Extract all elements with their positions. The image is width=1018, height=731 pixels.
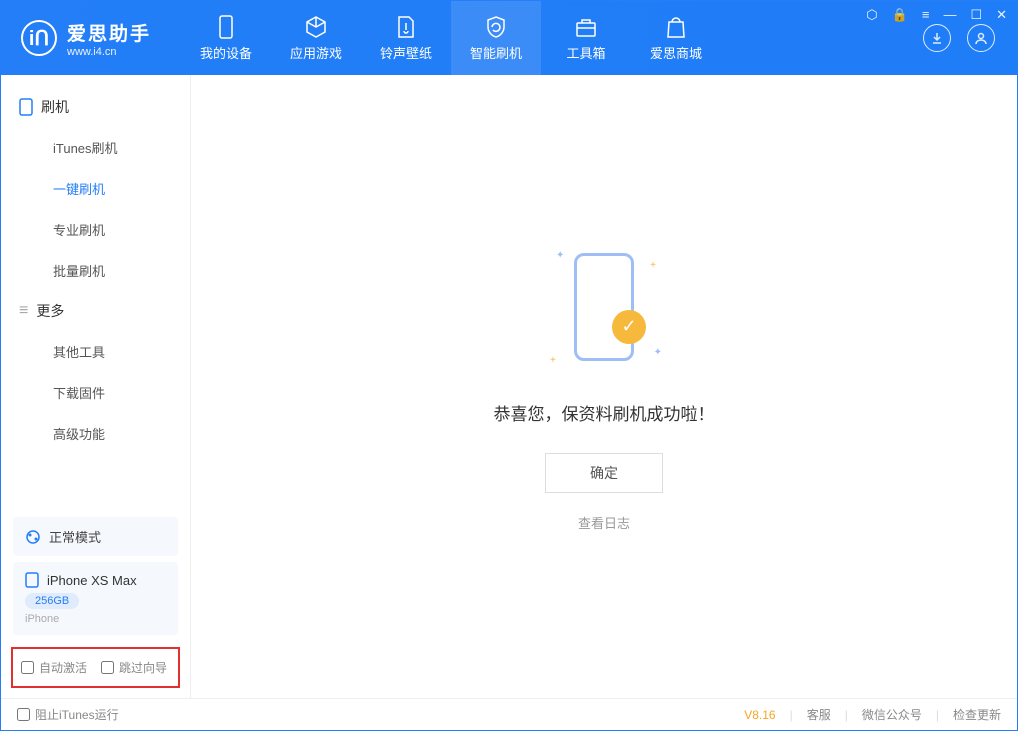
divider: | bbox=[790, 708, 793, 722]
tab-label: 应用游戏 bbox=[290, 43, 342, 62]
view-log-link[interactable]: 查看日志 bbox=[578, 513, 630, 532]
check-update-link[interactable]: 检查更新 bbox=[953, 706, 1001, 723]
device-type: iPhone bbox=[25, 613, 166, 625]
tab-toolbox[interactable]: 工具箱 bbox=[541, 1, 631, 75]
success-message: 恭喜您，保资料刷机成功啦！ bbox=[494, 400, 715, 425]
list-icon: ≡ bbox=[19, 302, 28, 320]
tab-label: 我的设备 bbox=[200, 43, 252, 62]
tab-ringtone-wallpaper[interactable]: 铃声壁纸 bbox=[361, 1, 451, 75]
toolbox-icon bbox=[574, 15, 598, 39]
device-panel: 正常模式 iPhone XS Max 256GB iPhone 自动激活 跳过向… bbox=[1, 511, 190, 698]
tab-smart-flash[interactable]: 智能刷机 bbox=[451, 1, 541, 75]
device-name: iPhone XS Max bbox=[47, 573, 137, 588]
sparkle-icon: ✦ bbox=[654, 347, 662, 358]
lock-icon[interactable]: 🔒 bbox=[892, 7, 908, 23]
phone-icon bbox=[574, 253, 634, 361]
divider: | bbox=[845, 708, 848, 722]
download-button[interactable] bbox=[923, 24, 951, 52]
menu-icon[interactable]: ≡ bbox=[922, 7, 930, 23]
tab-label: 智能刷机 bbox=[470, 43, 522, 62]
phone-icon bbox=[214, 15, 238, 39]
app-title: 爱思助手 bbox=[67, 19, 151, 46]
checkbox-input[interactable] bbox=[101, 661, 114, 674]
wechat-link[interactable]: 微信公众号 bbox=[862, 706, 922, 723]
close-button[interactable]: ✕ bbox=[996, 7, 1007, 23]
titlebar: ⬡ 🔒 ≡ — ☐ ✕ iꓵ 爱思助手 www.i4.cn 我的设备 应用游戏 bbox=[1, 1, 1017, 75]
tshirt-icon[interactable]: ⬡ bbox=[866, 7, 877, 23]
window-controls: ⬡ 🔒 ≡ — ☐ ✕ bbox=[866, 7, 1007, 23]
main-content: ✦ + + ✦ ✓ 恭喜您，保资料刷机成功啦！ 确定 查看日志 bbox=[191, 75, 1017, 698]
device-info-card[interactable]: iPhone XS Max 256GB iPhone bbox=[13, 562, 178, 635]
device-icon bbox=[25, 572, 39, 588]
customer-service-link[interactable]: 客服 bbox=[807, 706, 831, 723]
tab-label: 铃声壁纸 bbox=[380, 43, 432, 62]
section-title-label: 刷机 bbox=[41, 97, 69, 117]
footer: 阻止iTunes运行 V8.16 | 客服 | 微信公众号 | 检查更新 bbox=[1, 698, 1017, 730]
tab-label: 爱思商城 bbox=[650, 43, 702, 62]
ok-button[interactable]: 确定 bbox=[545, 453, 663, 493]
tab-apps-games[interactable]: 应用游戏 bbox=[271, 1, 361, 75]
sparkle-icon: + bbox=[550, 355, 556, 366]
device-mode-card[interactable]: 正常模式 bbox=[13, 517, 178, 556]
bag-icon bbox=[664, 15, 688, 39]
shield-refresh-icon bbox=[484, 15, 508, 39]
cube-icon bbox=[304, 15, 328, 39]
checkbox-block-itunes[interactable]: 阻止iTunes运行 bbox=[17, 706, 119, 723]
checkbox-skip-guide[interactable]: 跳过向导 bbox=[101, 659, 167, 676]
mode-icon bbox=[25, 529, 41, 545]
checkbox-label: 跳过向导 bbox=[119, 659, 167, 676]
sidebar: 刷机 iTunes刷机 一键刷机 专业刷机 批量刷机 ≡ 更多 其他工具 下载固… bbox=[1, 75, 191, 698]
sidebar-item-advanced[interactable]: 高级功能 bbox=[1, 413, 190, 454]
tab-store[interactable]: 爱思商城 bbox=[631, 1, 721, 75]
checkbox-label: 自动激活 bbox=[39, 659, 87, 676]
device-capacity: 256GB bbox=[25, 593, 79, 609]
sidebar-section-more: ≡ 更多 bbox=[1, 291, 190, 331]
sparkle-icon: + bbox=[650, 260, 656, 271]
music-file-icon bbox=[394, 15, 418, 39]
tab-my-device[interactable]: 我的设备 bbox=[181, 1, 271, 75]
sparkle-icon: ✦ bbox=[556, 250, 564, 261]
sidebar-item-batch-flash[interactable]: 批量刷机 bbox=[1, 250, 190, 291]
body: 刷机 iTunes刷机 一键刷机 专业刷机 批量刷机 ≡ 更多 其他工具 下载固… bbox=[1, 75, 1017, 698]
tab-label: 工具箱 bbox=[567, 43, 606, 62]
flash-options-highlighted: 自动激活 跳过向导 bbox=[11, 647, 180, 688]
maximize-button[interactable]: ☐ bbox=[970, 7, 982, 23]
sidebar-section-flash: 刷机 bbox=[1, 87, 190, 127]
user-button[interactable] bbox=[967, 24, 995, 52]
device-icon bbox=[19, 98, 33, 116]
header-right-icons bbox=[923, 24, 1017, 52]
app-logo: iꓵ 爱思助手 www.i4.cn bbox=[1, 19, 171, 58]
section-title-label: 更多 bbox=[36, 301, 64, 321]
logo-icon: iꓵ bbox=[21, 20, 57, 56]
checkbox-label: 阻止iTunes运行 bbox=[35, 706, 119, 723]
mode-label: 正常模式 bbox=[49, 527, 101, 546]
divider: | bbox=[936, 708, 939, 722]
checkbox-input[interactable] bbox=[21, 661, 34, 674]
sidebar-item-download-firmware[interactable]: 下载固件 bbox=[1, 372, 190, 413]
checkbox-auto-activate[interactable]: 自动激活 bbox=[21, 659, 87, 676]
checkbox-input[interactable] bbox=[17, 708, 30, 721]
success-illustration: ✦ + + ✦ ✓ bbox=[544, 242, 664, 372]
sidebar-item-pro-flash[interactable]: 专业刷机 bbox=[1, 209, 190, 250]
version-label: V8.16 bbox=[744, 708, 775, 722]
sidebar-item-itunes-flash[interactable]: iTunes刷机 bbox=[1, 127, 190, 168]
nav-tabs: 我的设备 应用游戏 铃声壁纸 智能刷机 工具箱 爱思商城 bbox=[181, 1, 721, 75]
app-subtitle: www.i4.cn bbox=[67, 46, 151, 58]
sidebar-item-other-tools[interactable]: 其他工具 bbox=[1, 331, 190, 372]
app-window: ⬡ 🔒 ≡ — ☐ ✕ iꓵ 爱思助手 www.i4.cn 我的设备 应用游戏 bbox=[0, 0, 1018, 731]
minimize-button[interactable]: — bbox=[943, 7, 956, 23]
check-badge-icon: ✓ bbox=[612, 310, 646, 344]
sidebar-item-one-click-flash[interactable]: 一键刷机 bbox=[1, 168, 190, 209]
footer-right: V8.16 | 客服 | 微信公众号 | 检查更新 bbox=[744, 706, 1001, 723]
